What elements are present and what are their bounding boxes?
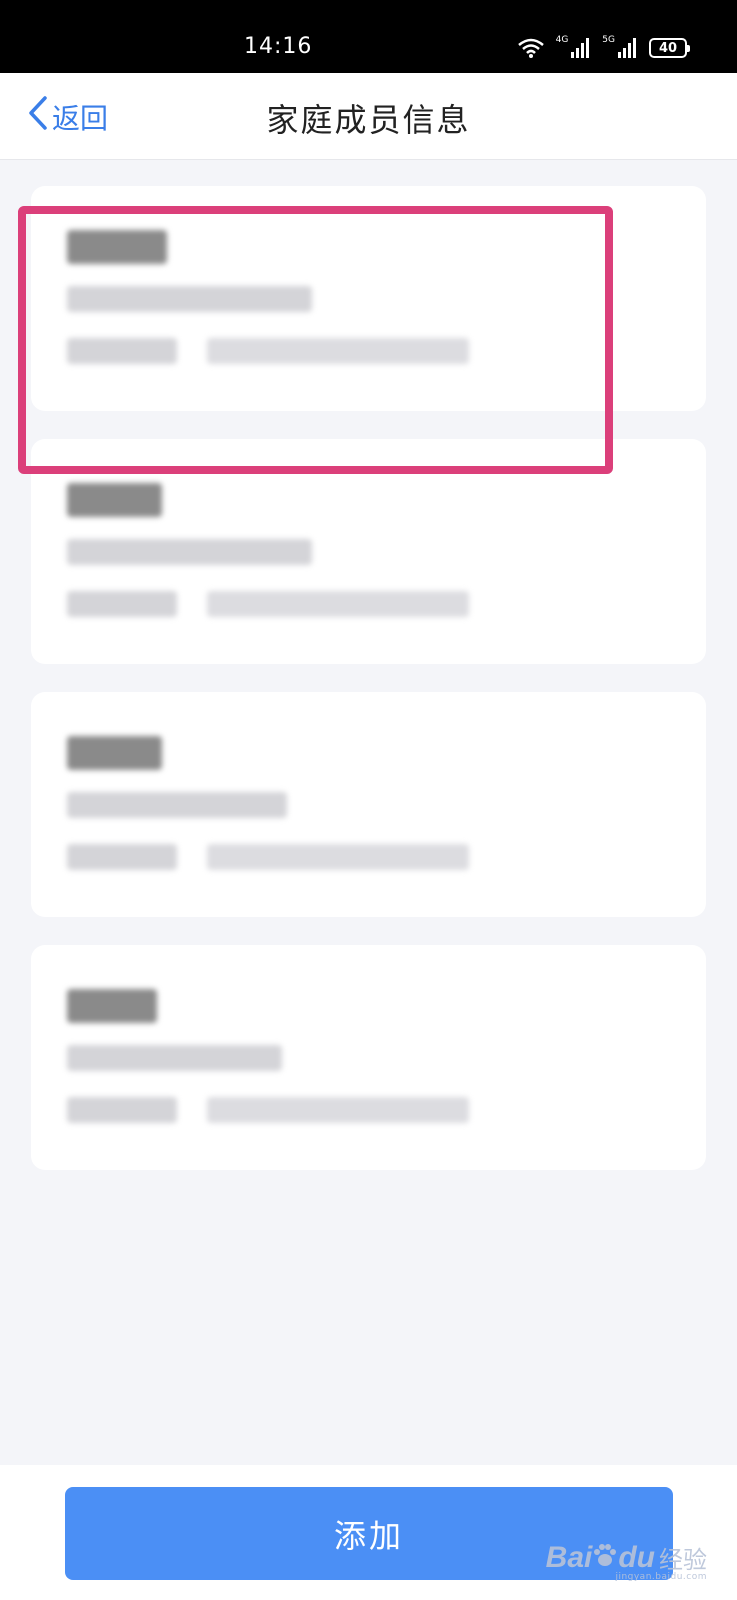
wifi-icon <box>517 38 544 58</box>
member-name-blurred <box>67 483 162 517</box>
paw-icon <box>592 1543 618 1573</box>
member-id-value-blurred <box>207 1097 469 1123</box>
member-id-label-blurred <box>67 844 177 870</box>
member-id-value-blurred <box>207 338 469 364</box>
member-id-label-blurred <box>67 338 177 364</box>
member-name-blurred <box>67 989 157 1023</box>
member-detail-blurred <box>67 539 312 565</box>
signal-icon-2 <box>617 38 637 58</box>
network-label-1: 4G <box>555 35 569 45</box>
nav-bar: 返回 家庭成员信息 <box>0 73 737 160</box>
member-id-label-blurred <box>67 591 177 617</box>
member-card[interactable] <box>31 186 706 411</box>
member-id-label-blurred <box>67 1097 177 1123</box>
member-id-value-blurred <box>207 591 469 617</box>
member-list <box>31 186 706 1198</box>
network-label-2: 5G <box>602 35 615 45</box>
member-detail-blurred <box>67 792 287 818</box>
member-detail-blurred <box>67 1045 282 1071</box>
status-icons: 4G 5G 40 <box>517 35 690 58</box>
signal-icon-1 <box>570 38 590 58</box>
watermark-url: jingyan.baidu.com <box>615 1572 707 1582</box>
member-card[interactable] <box>31 439 706 664</box>
member-id-value-blurred <box>207 844 469 870</box>
status-bar: 14:16 4G 5G 40 <box>0 0 737 73</box>
member-card[interactable] <box>31 945 706 1170</box>
watermark-brand-1: Bai <box>545 1540 593 1574</box>
baidu-watermark: Bai du 经验 jingyan.baidu.com <box>545 1540 707 1583</box>
page-title: 家庭成员信息 <box>266 101 471 139</box>
status-time: 14:16 <box>244 34 313 59</box>
member-card[interactable] <box>31 692 706 917</box>
watermark-brand-3: 经验 <box>659 1546 707 1574</box>
member-detail-blurred <box>67 286 312 312</box>
battery-icon: 40 <box>649 38 690 58</box>
member-name-blurred <box>67 736 162 770</box>
watermark-brand-2: du <box>618 1540 655 1574</box>
member-name-blurred <box>67 230 167 264</box>
